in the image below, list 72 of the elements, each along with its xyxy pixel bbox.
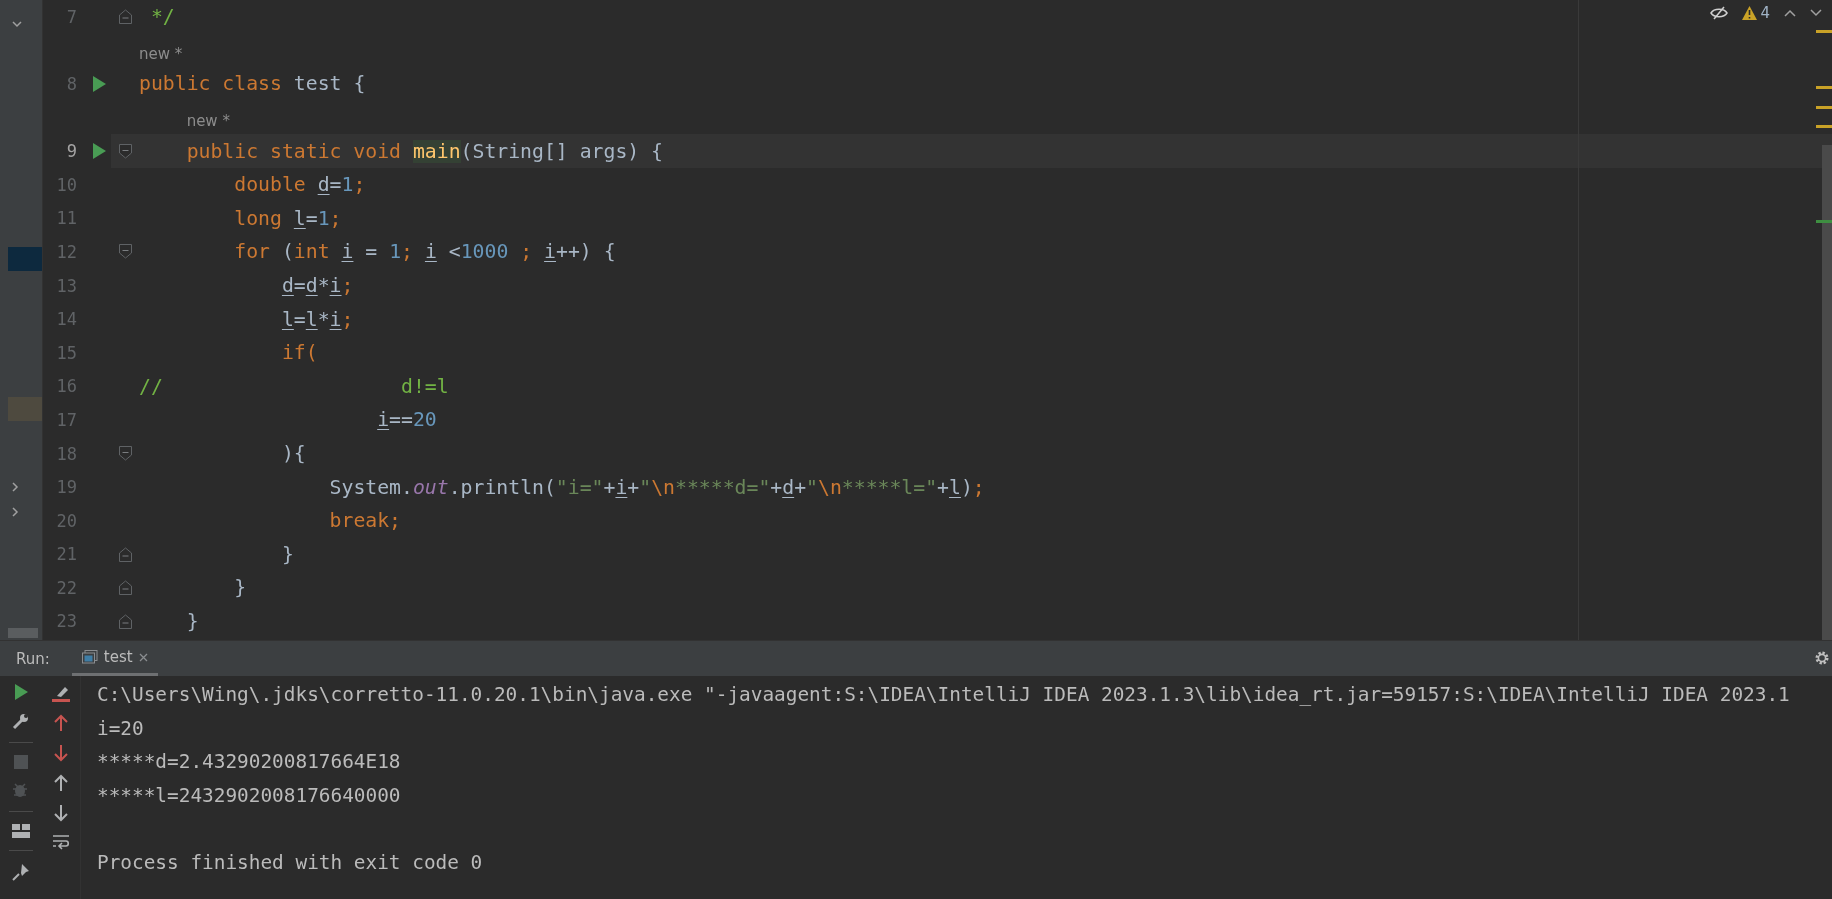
run-icon[interactable] [92,76,106,92]
console-line: C:\Users\Wing\.jdks\corretto-11.0.20.1\bin\java.exe "-javaagent:S:\IDEA\IntelliJ IDEA 2023.1.3\lib\idea_rt.jar=59157:S:\IDEA\IntelliJ IDEA 2023.1 [97,683,1790,707]
code-line: if( [280,341,318,365]
fold-marker-icon[interactable] [117,545,133,563]
code-line: } [280,542,294,566]
line-number: 21 [55,544,77,565]
chevron-down-icon[interactable] [1810,9,1822,17]
wrench-icon[interactable] [12,712,30,730]
arrow-down-icon[interactable] [54,744,68,762]
fold-marker-icon[interactable] [117,613,133,630]
line-number: 11 [55,208,77,229]
scrollbar-thumb[interactable] [8,628,38,638]
line-number: 14 [55,309,77,330]
inlay-hint[interactable]: new * [139,45,183,64]
settings-icon[interactable] [1814,650,1830,666]
wrap-lines-icon[interactable] [52,834,70,850]
pin-icon[interactable] [12,863,30,881]
console-line: i=20 [97,716,144,740]
code-line: for (int i = 1; i <1000 ; i++) { [233,240,616,264]
line-number: 19 [55,477,77,498]
arrow-up-icon[interactable] [54,714,68,732]
fold-marker-icon[interactable] [117,579,133,597]
eraser-icon[interactable] [51,684,71,702]
panel-label: Run: [16,649,50,668]
code-line: // d!=l [139,374,449,398]
line-number: 15 [55,342,77,363]
line-number: 20 [55,510,77,531]
line-number: 12 [55,241,77,262]
code-line: d=d*i; [280,274,354,298]
line-number: 7 [65,6,77,27]
line-number: 18 [55,443,77,464]
line-number: 22 [55,577,77,598]
code-line: ){ [280,442,306,465]
line-number: 16 [55,376,77,397]
scrollbar-thumb[interactable] [1822,145,1832,640]
line-number: 10 [55,174,77,195]
bug-icon[interactable] [12,781,30,799]
fold-marker-icon[interactable] [117,142,133,160]
inlay-hint[interactable]: new * [186,112,230,131]
console-line: *****d=2.43290200817664E18 [97,750,401,774]
code-line: public static void main(String[] args) { [185,139,664,163]
code-line: } [233,576,247,600]
line-number: 13 [55,275,77,296]
code-line: long l=1; [233,206,342,230]
run-icon[interactable] [14,684,28,700]
fold-marker-icon[interactable] [117,243,133,261]
fold-marker-icon[interactable] [117,445,133,462]
run-tab[interactable]: test [71,641,158,676]
line-number: 23 [55,611,77,632]
line-number: 9 [65,141,77,162]
code-line: System.out.println("i="+i+"\n*****d="+d+"\n*****l="+l); [328,475,985,499]
warning-count[interactable]: 4 [1742,4,1770,22]
arrow-up-icon[interactable] [54,774,68,792]
run-icon[interactable] [92,143,106,160]
console-line: *****l=2432902008176640000 [97,784,401,808]
fold-marker-icon[interactable] [117,8,133,26]
close-icon[interactable] [138,652,148,662]
line-number: 8 [65,74,77,94]
window-icon [81,650,98,664]
code-line: public class test { [139,72,366,96]
chevron-up-icon[interactable] [1784,9,1796,17]
line-number: 17 [55,409,77,430]
code-line: */ [149,5,175,29]
layout-icon[interactable] [12,824,30,838]
code-line: } [185,610,199,633]
console-line: Process finished with exit code 0 [97,851,483,875]
code-line: break; [328,509,402,533]
code-line: l=l*i; [280,307,354,331]
arrow-down-icon[interactable] [54,804,68,822]
code-line: double d=1; [233,173,366,197]
eye-slash-icon[interactable] [1710,6,1729,20]
code-line: i==20 [376,408,437,432]
